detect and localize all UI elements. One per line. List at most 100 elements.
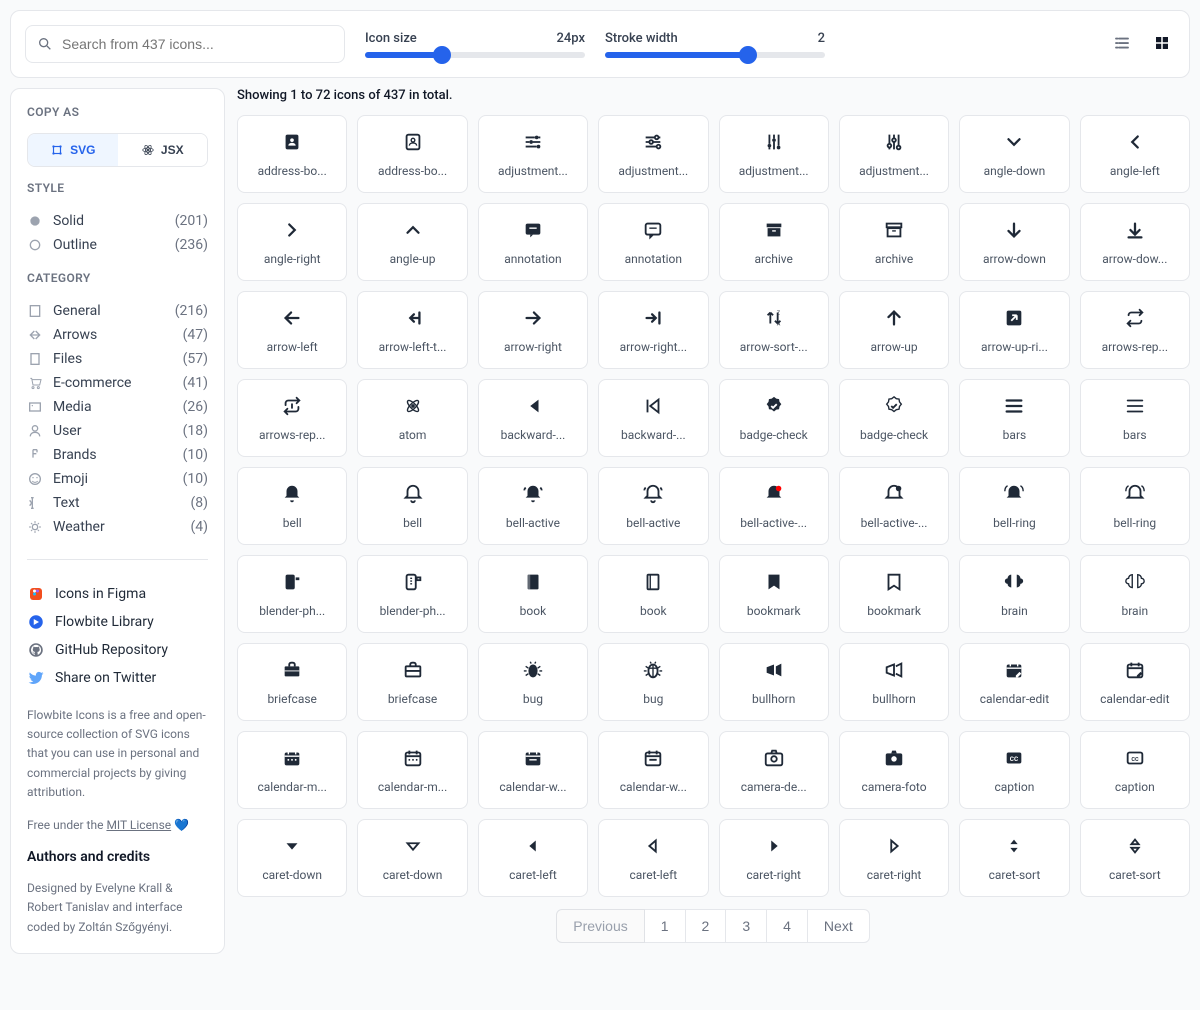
icon-card-bookmark[interactable]: bookmark: [839, 555, 949, 633]
icon-card-bullhorn[interactable]: bullhorn: [719, 643, 829, 721]
link-github-repository[interactable]: GitHub Repository: [27, 636, 208, 664]
icon-card-backward-[interactable]: backward-...: [478, 379, 588, 457]
icon-card-adjustment[interactable]: adjustment...: [598, 115, 708, 193]
page-1-button[interactable]: 1: [644, 909, 686, 943]
icon-card-caret-down[interactable]: caret-down: [357, 819, 467, 897]
icon-card-camera-de[interactable]: camera-de...: [719, 731, 829, 809]
icon-card-angle-left[interactable]: angle-left: [1080, 115, 1190, 193]
icon-card-bell-ring[interactable]: bell-ring: [959, 467, 1069, 545]
stroke-width-slider[interactable]: Stroke width 2: [605, 31, 825, 58]
icon-card-angle-right[interactable]: angle-right: [237, 203, 347, 281]
icon-card-calendar-m[interactable]: calendar-m...: [237, 731, 347, 809]
icon-card-calendar-m[interactable]: calendar-m...: [357, 731, 467, 809]
icon-card-arrow-dow[interactable]: arrow-dow...: [1080, 203, 1190, 281]
icon-card-archive[interactable]: archive: [719, 203, 829, 281]
icon-card-camera-foto[interactable]: camera-foto: [839, 731, 949, 809]
icon-card-bell[interactable]: bell: [237, 467, 347, 545]
icon-card-arrow-up-ri[interactable]: arrow-up-ri...: [959, 291, 1069, 369]
grid-view-button[interactable]: [1149, 30, 1175, 59]
icon-card-backward-[interactable]: backward-...: [598, 379, 708, 457]
icon-card-caret-down[interactable]: caret-down: [237, 819, 347, 897]
category-arrows[interactable]: Arrows(47): [27, 323, 208, 347]
icon-card-blender-ph[interactable]: blender-ph...: [237, 555, 347, 633]
icon-card-calendar-w[interactable]: calendar-w...: [478, 731, 588, 809]
icon-card-caption[interactable]: CCcaption: [959, 731, 1069, 809]
icon-card-adjustment[interactable]: adjustment...: [478, 115, 588, 193]
list-view-button[interactable]: [1109, 30, 1135, 59]
page-3-button[interactable]: 3: [725, 909, 767, 943]
link-icons-in-figma[interactable]: Icons in Figma: [27, 580, 208, 608]
icon-card-bell[interactable]: bell: [357, 467, 467, 545]
category-e-commerce[interactable]: E-commerce(41): [27, 371, 208, 395]
icon-card-bug[interactable]: bug: [478, 643, 588, 721]
icon-card-brain[interactable]: brain: [1080, 555, 1190, 633]
icon-card-calendar-w[interactable]: calendar-w...: [598, 731, 708, 809]
icon-card-caret-sort[interactable]: caret-sort: [959, 819, 1069, 897]
icon-card-caret-left[interactable]: caret-left: [478, 819, 588, 897]
icon-card-bookmark[interactable]: bookmark: [719, 555, 829, 633]
icon-card-address-bo[interactable]: address-bo...: [357, 115, 467, 193]
icon-card-bell-ring[interactable]: bell-ring: [1080, 467, 1190, 545]
icon-card-brain[interactable]: brain: [959, 555, 1069, 633]
icon-card-arrow-right[interactable]: arrow-right...: [598, 291, 708, 369]
copy-as-jsx-button[interactable]: JSX: [118, 134, 208, 166]
icon-card-bell-active[interactable]: bell-active: [598, 467, 708, 545]
icon-card-annotation[interactable]: annotation: [478, 203, 588, 281]
search-input[interactable]: [25, 25, 345, 63]
link-share-on-twitter[interactable]: Share on Twitter: [27, 664, 208, 692]
icon-card-arrow-right[interactable]: arrow-right: [478, 291, 588, 369]
icon-card-caret-right[interactable]: caret-right: [839, 819, 949, 897]
page-4-button[interactable]: 4: [766, 909, 808, 943]
icon-card-caption[interactable]: CCcaption: [1080, 731, 1190, 809]
icon-card-briefcase[interactable]: briefcase: [237, 643, 347, 721]
style-option-solid[interactable]: Solid(201): [27, 209, 208, 233]
icon-card-bell-active-[interactable]: bell-active-...: [839, 467, 949, 545]
icon-card-atom[interactable]: atom: [357, 379, 467, 457]
category-emoji[interactable]: Emoji(10): [27, 467, 208, 491]
icon-card-angle-down[interactable]: angle-down: [959, 115, 1069, 193]
icon-card-calendar-edit[interactable]: calendar-edit: [1080, 643, 1190, 721]
icon-card-caret-left[interactable]: caret-left: [598, 819, 708, 897]
category-files[interactable]: Files(57): [27, 347, 208, 371]
icon-card-arrows-rep[interactable]: arrows-rep...: [237, 379, 347, 457]
icon-card-calendar-edit[interactable]: calendar-edit: [959, 643, 1069, 721]
category-user[interactable]: User(18): [27, 419, 208, 443]
page-previous-button[interactable]: Previous: [556, 909, 644, 943]
icon-card-caret-sort[interactable]: caret-sort: [1080, 819, 1190, 897]
category-text[interactable]: Text(8): [27, 491, 208, 515]
icon-card-arrow-sort-[interactable]: ZAarrow-sort-...: [719, 291, 829, 369]
copy-as-svg-button[interactable]: SVG: [28, 134, 118, 166]
icon-card-bell-active-[interactable]: bell-active-...: [719, 467, 829, 545]
icon-card-arrow-up[interactable]: arrow-up: [839, 291, 949, 369]
icon-card-arrow-left[interactable]: arrow-left: [237, 291, 347, 369]
icon-card-bullhorn[interactable]: bullhorn: [839, 643, 949, 721]
icon-card-bell-active[interactable]: bell-active: [478, 467, 588, 545]
category-weather[interactable]: Weather(4): [27, 515, 208, 539]
icon-card-badge-check[interactable]: badge-check: [719, 379, 829, 457]
category-general[interactable]: General(216): [27, 299, 208, 323]
icon-card-archive[interactable]: archive: [839, 203, 949, 281]
icon-card-blender-ph[interactable]: blender-ph...: [357, 555, 467, 633]
icon-card-book[interactable]: book: [478, 555, 588, 633]
icon-card-adjustment[interactable]: adjustment...: [719, 115, 829, 193]
icon-card-bug[interactable]: bug: [598, 643, 708, 721]
category-media[interactable]: Media(26): [27, 395, 208, 419]
icon-card-caret-right[interactable]: caret-right: [719, 819, 829, 897]
icon-card-adjustment[interactable]: adjustment...: [839, 115, 949, 193]
icon-card-briefcase[interactable]: briefcase: [357, 643, 467, 721]
icon-card-angle-up[interactable]: angle-up: [357, 203, 467, 281]
icon-card-address-bo[interactable]: address-bo...: [237, 115, 347, 193]
icon-card-annotation[interactable]: annotation: [598, 203, 708, 281]
icon-card-arrow-left-t[interactable]: arrow-left-t...: [357, 291, 467, 369]
icon-card-bars[interactable]: bars: [1080, 379, 1190, 457]
icon-card-book[interactable]: book: [598, 555, 708, 633]
link-flowbite-library[interactable]: Flowbite Library: [27, 608, 208, 636]
page-2-button[interactable]: 2: [685, 909, 727, 943]
page-next-button[interactable]: Next: [807, 909, 870, 943]
style-option-outline[interactable]: Outline(236): [27, 233, 208, 257]
icon-size-slider[interactable]: Icon size 24px: [365, 31, 585, 58]
icon-card-badge-check[interactable]: badge-check: [839, 379, 949, 457]
category-brands[interactable]: Brands(10): [27, 443, 208, 467]
icon-card-arrow-down[interactable]: arrow-down: [959, 203, 1069, 281]
icon-card-bars[interactable]: bars: [959, 379, 1069, 457]
